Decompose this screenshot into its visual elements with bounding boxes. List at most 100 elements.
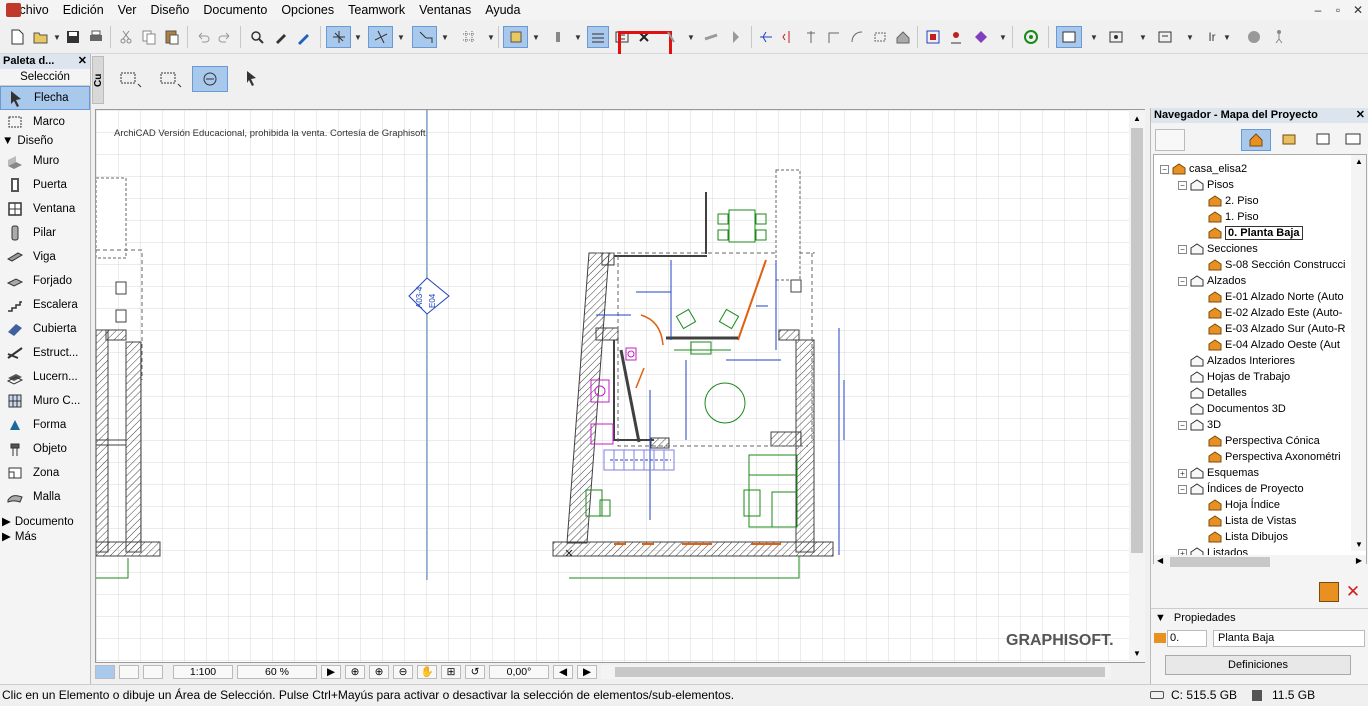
walk-icon[interactable] — [1154, 26, 1176, 48]
close-icon[interactable]: ✕ — [78, 54, 87, 69]
redo-icon[interactable] — [214, 26, 236, 48]
view-icon[interactable] — [1056, 26, 1082, 48]
offset-icon[interactable] — [846, 26, 868, 48]
rotate-mode-button[interactable] — [192, 66, 228, 92]
layer-combination-icon[interactable] — [503, 26, 528, 48]
tree-item[interactable]: E-03 Alzado Sur (Auto-R — [1196, 321, 1345, 337]
scroll-thumb[interactable] — [1170, 557, 1270, 567]
scale-field[interactable]: 1:100 — [173, 664, 233, 679]
roof-icon[interactable] — [892, 26, 914, 48]
tool-morph[interactable]: Forma — [0, 413, 90, 437]
expand-icon[interactable]: + — [1178, 468, 1187, 478]
tool-flecha[interactable]: Flecha — [0, 86, 90, 110]
tool-wall[interactable]: Muro — [0, 149, 90, 173]
new-folder-button[interactable] — [1319, 582, 1339, 602]
tree-item[interactable]: Detalles — [1178, 385, 1247, 401]
angle-field[interactable]: 0,00° — [489, 664, 549, 679]
prev-zoom-icon[interactable]: ◀ — [553, 664, 573, 679]
scroll-thumb[interactable] — [1131, 128, 1143, 553]
grid-snap-icon[interactable] — [458, 26, 480, 48]
tool-curtain-wall[interactable]: Muro C... — [0, 389, 90, 413]
scroll-thumb[interactable] — [615, 666, 1105, 677]
menu-opciones[interactable]: Opciones — [274, 0, 341, 20]
group-design[interactable]: ▼ Diseño — [0, 134, 90, 149]
tree-item[interactable]: Lista de Vistas — [1196, 513, 1296, 529]
inject-icon[interactable] — [293, 26, 315, 48]
tree-item[interactable]: Perspectiva Cónica — [1196, 433, 1320, 449]
layer-icon[interactable] — [143, 664, 163, 679]
group-more[interactable]: ▶ Más — [0, 530, 90, 545]
menu-ventanas[interactable]: Ventanas — [412, 0, 478, 20]
scroll-down-icon[interactable]: ▼ — [1355, 540, 1363, 549]
tree-item[interactable]: E-04 Alzado Oeste (Aut — [1196, 337, 1340, 353]
detail-icon[interactable] — [700, 26, 722, 48]
print-icon[interactable] — [85, 26, 107, 48]
publish-icon[interactable] — [1155, 129, 1185, 151]
publisher-tab[interactable] — [1341, 129, 1367, 151]
tree-item[interactable]: 2. Piso — [1196, 193, 1259, 209]
layout-icon[interactable] — [1105, 26, 1127, 48]
horizontal-scrollbar[interactable] — [601, 664, 1111, 679]
trace-icon[interactable] — [547, 26, 569, 48]
chevron-down-icon[interactable]: ▼ — [396, 26, 406, 48]
vertical-scrollbar[interactable]: ▲ ▼ — [1129, 110, 1145, 662]
cut-icon[interactable] — [115, 26, 137, 48]
menu-documento[interactable]: Documento — [196, 0, 274, 20]
tree-item[interactable]: S-08 Sección Construcci — [1196, 257, 1345, 273]
tool-skylight[interactable]: Lucern... — [0, 365, 90, 389]
arrow-options-button[interactable] — [242, 66, 270, 92]
tree-item[interactable]: − Pisos — [1178, 177, 1234, 193]
chevron-down-icon[interactable]: ▼ — [353, 26, 363, 48]
tool-shell[interactable]: Estruct... — [0, 341, 90, 365]
menu-teamwork[interactable]: Teamwork — [341, 0, 412, 20]
tree-item[interactable]: Alzados Interiores — [1178, 353, 1295, 369]
delete-button[interactable]: ✕ — [1343, 582, 1363, 602]
walk-person-icon[interactable] — [1268, 26, 1290, 48]
story-number-field[interactable]: 0. — [1167, 630, 1207, 647]
tool-column[interactable]: Pilar — [0, 221, 90, 245]
tool-zone[interactable]: Zona — [0, 461, 90, 485]
selection-method-button[interactable] — [118, 66, 146, 92]
tree-item[interactable]: Hoja Índice — [1196, 497, 1280, 513]
globe-icon[interactable] — [1243, 26, 1265, 48]
tree-item[interactable]: − Secciones — [1178, 241, 1258, 257]
chevron-down-icon[interactable]: ▼ — [531, 26, 541, 48]
scroll-down-icon[interactable]: ▼ — [1133, 649, 1141, 658]
paste-icon[interactable] — [161, 26, 183, 48]
copy-icon[interactable] — [138, 26, 160, 48]
tree-hscroll[interactable]: ◀ ▶ — [1154, 555, 1366, 569]
align-icon[interactable] — [800, 26, 822, 48]
story-name-field[interactable]: Planta Baja — [1213, 630, 1365, 647]
tool-window[interactable]: Ventana — [0, 197, 90, 221]
chevron-down-icon[interactable]: ▼ — [1089, 26, 1099, 48]
gravity-icon[interactable] — [412, 26, 437, 48]
scroll-up-icon[interactable]: ▲ — [1355, 157, 1363, 166]
zoom-icon[interactable]: ⊕ — [369, 664, 389, 679]
project-map-tab[interactable] — [1241, 129, 1271, 151]
tool-stair[interactable]: Escalera — [0, 293, 90, 317]
collapse-icon[interactable]: − — [1178, 484, 1187, 494]
open-icon[interactable] — [30, 26, 52, 48]
tree-item[interactable]: − Índices de Proyecto — [1178, 481, 1304, 497]
mirror-icon[interactable] — [778, 26, 800, 48]
restore-button[interactable]: ▫ — [1330, 2, 1346, 18]
tool-marco[interactable]: Marco — [0, 110, 90, 134]
tool-door[interactable]: Puerta — [0, 173, 90, 197]
tree-item[interactable]: Lista Dibujos — [1196, 529, 1288, 545]
chevron-down-icon[interactable]: ▼ — [486, 26, 496, 48]
marquee-mode-button[interactable] — [158, 66, 186, 92]
menu-ver[interactable]: Ver — [111, 0, 144, 20]
save-icon[interactable] — [62, 26, 84, 48]
tree-item[interactable]: E-02 Alzado Este (Auto- — [1196, 305, 1342, 321]
marquee-icon[interactable] — [945, 26, 967, 48]
fit-icon[interactable]: ⊞ — [441, 664, 461, 679]
eyedropper-icon[interactable] — [270, 26, 292, 48]
magic-wand-icon[interactable] — [326, 26, 351, 48]
tool-beam[interactable]: Viga — [0, 245, 90, 269]
chevron-down-icon[interactable]: ▼ — [686, 26, 696, 48]
zoom-field[interactable]: 60 % — [237, 664, 317, 679]
settings-icon[interactable] — [970, 26, 992, 48]
quick-options-icon[interactable] — [119, 664, 139, 679]
chevron-down-icon[interactable]: ▼ — [52, 26, 62, 48]
ir-button[interactable]: Ir — [1203, 26, 1221, 48]
